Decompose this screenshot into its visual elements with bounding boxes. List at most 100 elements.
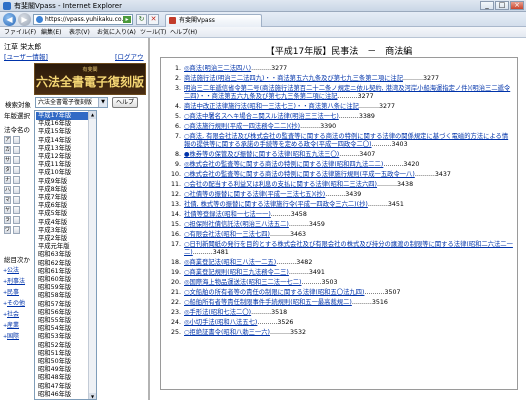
- menu-edit[interactable]: 編集(E): [41, 28, 61, 37]
- search-target-select[interactable]: 六法全書電子復刻版 ▼: [35, 97, 108, 108]
- year-option[interactable]: 昭和60年版: [36, 276, 88, 284]
- toc-item[interactable]: その他: [7, 300, 25, 308]
- law-list-item[interactable]: 7. ○商法, 有限会社法及び株式会社の監査等に関する商法の特例に関する法律の関係…: [175, 133, 514, 149]
- law-list-item[interactable]: 21. ○文船舶の所有者等の責任の制限に関する法律(昭和五〇法九四).......…: [171, 289, 514, 297]
- maximize-button[interactable]: □: [495, 1, 509, 10]
- year-option[interactable]: 平成7年版: [36, 194, 88, 202]
- law-link[interactable]: 社債等登録法(昭和一七法一一): [184, 211, 271, 218]
- year-option[interactable]: 昭和55年版: [36, 317, 88, 325]
- year-option[interactable]: 平成元年版: [36, 243, 88, 251]
- law-list-item[interactable]: 2. 商法施行法(明治三二法四九)・・商法第五六九条及び第七九三条第二項に注記..…: [175, 75, 514, 83]
- law-list-item[interactable]: 9. ◎株式会社の監査等に関する商法の特例に関する法律(昭和四九法二二).....…: [175, 161, 514, 169]
- law-list-item[interactable]: 8. ●株券等の保管及び振替に関する法律(昭和五九法三〇)..........34…: [175, 151, 514, 159]
- law-list-item[interactable]: 15. ○担保附社債信託法(明治三八法五二)..........3459: [171, 221, 514, 229]
- law-link[interactable]: ○文船舶の所有者等の責任の制限に関する法律(昭和五〇法九四): [184, 289, 364, 296]
- product-banner[interactable]: 有斐閣 六法全書電子復刻版: [34, 63, 146, 95]
- law-link[interactable]: ◎商法(明治三二法四八): [184, 65, 251, 72]
- law-list-item[interactable]: 5. ○商法中署名スヘキ場合ニ関スル法律(明治三三法一七)..........33…: [175, 113, 514, 121]
- law-list-item[interactable]: 14. 社債等登録法(昭和一七法一一)..........3458: [171, 211, 514, 219]
- law-list-item[interactable]: 20. ◎国際海上物品運送法(昭和三二法一七二)..........3503: [171, 279, 514, 287]
- kana-button-secondary[interactable]: [13, 156, 20, 164]
- year-option[interactable]: 平成15年版: [36, 128, 88, 136]
- kana-button-secondary[interactable]: [13, 216, 20, 224]
- kana-button[interactable]: ナ: [4, 176, 11, 184]
- year-option[interactable]: 平成5年版: [36, 210, 88, 218]
- kana-button[interactable]: カ: [4, 146, 11, 154]
- browser-tab[interactable]: 有斐閣Vpass: [165, 14, 262, 27]
- menu-tools[interactable]: ツール(T): [140, 28, 166, 37]
- law-link[interactable]: ○拒絶証書令(昭和八勅三一六): [184, 329, 270, 336]
- year-option[interactable]: 平成4年版: [36, 219, 88, 227]
- kana-button[interactable]: タ: [4, 166, 11, 174]
- law-link[interactable]: ○商業登記規則(昭和三九法務令二三): [184, 269, 289, 276]
- year-option[interactable]: 昭和61年版: [36, 268, 88, 276]
- year-option[interactable]: 平成9年版: [36, 178, 88, 186]
- law-list-item[interactable]: 13. 社債, 株式等の振替に関する法律施行令(平成一四政令三六二)(抄)....…: [171, 201, 514, 209]
- year-dropdown-list[interactable]: 平成17年版 平成16年版 平成15年版 平成14年版 平成13年版 平成12年版 平成11…: [34, 110, 97, 400]
- law-link[interactable]: ◎小切手法(昭和八法五七): [184, 319, 257, 326]
- kana-button[interactable]: ハ: [4, 186, 11, 194]
- year-option[interactable]: 昭和48年版: [36, 374, 88, 382]
- kana-button[interactable]: ラ: [4, 216, 11, 224]
- year-option[interactable]: 平成11年版: [36, 161, 88, 169]
- year-option[interactable]: 平成8年版: [36, 186, 88, 194]
- year-option[interactable]: 昭和57年版: [36, 301, 88, 309]
- law-list-item[interactable]: 3. 明治三二年遞信省令第二号(商法施行法第百二十二条ノ規定ニ依ル契約, 港湾及河…: [175, 85, 514, 101]
- kana-button[interactable]: ワ: [4, 226, 11, 234]
- year-option[interactable]: 昭和51年版: [36, 350, 88, 358]
- law-link[interactable]: ○商法, 有限会社法及び株式会社の監査等に関する商法の特例に関する法律の関係規定…: [184, 133, 508, 148]
- kana-button-secondary[interactable]: [13, 196, 20, 204]
- toc-item[interactable]: 産業: [7, 322, 19, 330]
- law-list-item[interactable]: 24. ◎小切手法(昭和八法五七)..........3526: [171, 319, 514, 327]
- url-input[interactable]: https://vpass.yuhikaku.co.jp/ ▸: [33, 14, 133, 25]
- law-list-item[interactable]: 4. 商法中改正法律施行法(昭和一三法七三)・・商法第八条に注記.........…: [175, 103, 514, 111]
- law-list-item[interactable]: 18. ◎商業登記法(昭和三八法一二五)..........3482: [171, 259, 514, 267]
- back-button[interactable]: ◀: [3, 13, 16, 26]
- kana-button-secondary[interactable]: [13, 166, 20, 174]
- scroll-down-icon[interactable]: ▼: [89, 393, 96, 399]
- year-option[interactable]: 平成6年版: [36, 202, 88, 210]
- help-button[interactable]: ヘルプ: [112, 97, 138, 108]
- law-link[interactable]: ○株式会社の監査等に関する商法の特例に関する法律施行規則(平成一五政令一八): [184, 171, 415, 178]
- law-list-item[interactable]: 1. ◎商法(明治三二法四八)..........3277: [175, 65, 514, 73]
- toc-item[interactable]: 社会: [7, 311, 19, 319]
- kana-button-secondary[interactable]: [13, 146, 20, 154]
- law-list-item[interactable]: 17. ○日刊新聞紙の発行を目的とする株式会社及び有限会社の株式及び持分の譲渡の制…: [171, 241, 514, 257]
- user-info-link[interactable]: [ユーザー情報]: [4, 51, 48, 61]
- law-list-item[interactable]: 6. ○商法施行規則(平成一四法務令二二)(抄)..........3390: [175, 123, 514, 131]
- year-option[interactable]: 昭和54年版: [36, 325, 88, 333]
- stop-icon[interactable]: ✕: [148, 14, 159, 25]
- year-option[interactable]: 平成13年版: [36, 145, 88, 153]
- year-option[interactable]: 平成17年版: [36, 112, 88, 120]
- minimize-button[interactable]: _: [480, 1, 494, 10]
- kana-button-secondary[interactable]: [13, 186, 20, 194]
- year-option[interactable]: 平成14年版: [36, 137, 88, 145]
- law-link[interactable]: ◎商業登記法(昭和三八法一二五): [184, 259, 276, 266]
- toc-item[interactable]: 国際: [7, 333, 19, 341]
- refresh-icon[interactable]: ↻: [136, 14, 147, 25]
- menu-favorites[interactable]: お気に入り(A): [97, 28, 136, 37]
- law-link[interactable]: ○船舶所有者等責任制限事件手続規則(昭和五一最高裁規二): [184, 299, 352, 306]
- law-list-item[interactable]: 11. ○会社の配当する利益又は利息の支払に関する法律(昭和二三法六四).....…: [171, 181, 514, 189]
- kana-button[interactable]: サ: [4, 156, 11, 164]
- menu-view[interactable]: 表示(V): [69, 28, 90, 37]
- law-link[interactable]: ◎株式会社の監査等に関する商法の特例に関する法律(昭和四九法二二): [184, 161, 383, 168]
- year-option[interactable]: 昭和53年版: [36, 333, 88, 341]
- year-option[interactable]: 昭和47年版: [36, 383, 88, 391]
- menu-help[interactable]: ヘルプ(H): [170, 28, 197, 37]
- law-link[interactable]: ○社債等の振替に関する法律(平成一三法七五)(抄): [184, 191, 325, 198]
- law-link[interactable]: ○商法施行規則(平成一四法務令二二)(抄): [184, 123, 300, 130]
- law-link[interactable]: ○日刊新聞紙の発行を目的とする株式会社及び有限会社の株式及び持分の譲渡の制限等に…: [184, 241, 513, 256]
- law-link[interactable]: ◎手形法(昭和七法二〇): [184, 309, 251, 316]
- chevron-down-icon[interactable]: ▼: [98, 98, 107, 107]
- year-option[interactable]: 昭和49年版: [36, 366, 88, 374]
- law-link[interactable]: 社債, 株式等の振替に関する法律施行令(平成一四政令三六二)(抄): [184, 201, 368, 208]
- law-link[interactable]: ○担保附社債信託法(明治三八法五二): [184, 221, 289, 228]
- law-list-item[interactable]: 22. ○船舶所有者等責任制限事件手続規則(昭和五一最高裁規二).........…: [171, 299, 514, 307]
- law-list-item[interactable]: 12. ○社債等の振替に関する法律(平成一三法七五)(抄)..........34…: [171, 191, 514, 199]
- scrollbar[interactable]: ▲ ▼: [88, 111, 96, 399]
- law-link[interactable]: ●株券等の保管及び振替に関する法律(昭和五九法三〇): [184, 151, 339, 158]
- law-link[interactable]: 商法中改正法律施行法(昭和一三法七三)・・商法第八条に注記: [184, 103, 359, 110]
- kana-button-secondary[interactable]: [13, 226, 20, 234]
- year-option[interactable]: 昭和56年版: [36, 309, 88, 317]
